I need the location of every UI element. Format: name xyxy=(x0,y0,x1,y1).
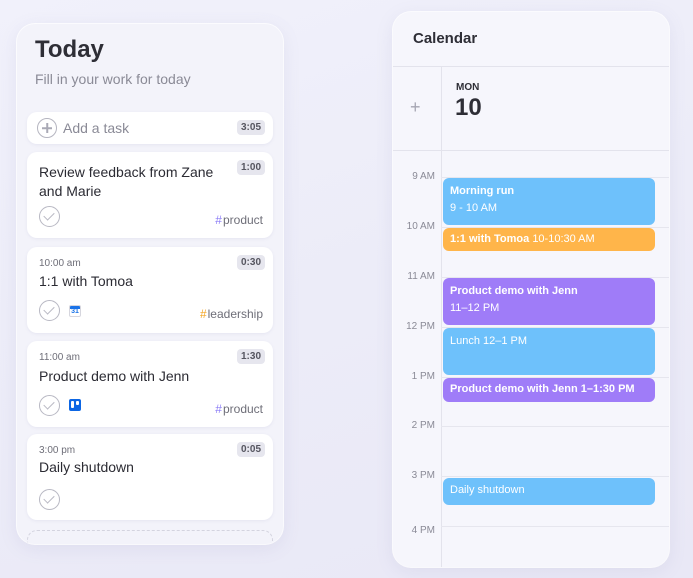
divider xyxy=(393,66,669,67)
hour-label: 3 PM xyxy=(411,470,435,481)
task-card-review-feedback[interactable]: 1:00 Review feedback from Zane and Marie… xyxy=(27,152,273,238)
day-number: 10 xyxy=(455,94,482,121)
divider xyxy=(393,150,669,151)
trello-icon xyxy=(69,399,81,411)
task-tag[interactable]: #product xyxy=(215,213,263,227)
task-title: 1:1 with Tomoa xyxy=(39,273,133,289)
tag-hash: # xyxy=(215,213,222,227)
task-time: 3:00 pm xyxy=(39,445,76,456)
task-title: Daily shutdown xyxy=(39,459,134,475)
calendar-event-product-demo-2[interactable]: Product demo with Jenn 1–1:30 PM xyxy=(443,378,655,402)
tag-hash: # xyxy=(199,307,207,321)
calendar-event-lunch[interactable]: Lunch 12–1 PM xyxy=(443,328,655,375)
event-title: 1:1 with Tomoa xyxy=(450,233,530,245)
hour-label: 2 PM xyxy=(411,420,435,431)
hour-label: 1 PM xyxy=(411,371,435,382)
tag-label: product xyxy=(222,213,263,227)
task-card-daily-shutdown[interactable]: 0:05 3:00 pm Daily shutdown xyxy=(27,434,273,520)
calendar-panel: Calendar + MON 10 9 AM 10 AM 11 AM 12 PM… xyxy=(393,12,669,567)
total-duration-badge: 3:05 xyxy=(236,120,265,135)
hour-line xyxy=(441,426,669,427)
today-title: Today xyxy=(35,36,104,63)
day-name: MON xyxy=(456,82,480,93)
event-title: Daily shutdown xyxy=(450,484,525,496)
add-task-label: Add a task xyxy=(63,120,130,136)
calendar-event-product-demo[interactable]: Product demo with Jenn 11–12 PM xyxy=(443,278,655,325)
task-title: Product demo with Jenn xyxy=(39,368,190,384)
add-task-button[interactable]: Add a task 3:05 xyxy=(27,112,273,144)
hour-label: 10 AM xyxy=(406,221,435,232)
task-duration-badge: 0:05 xyxy=(236,442,265,457)
task-tag[interactable]: #leadership xyxy=(200,307,263,321)
divider xyxy=(441,66,442,567)
plus-circle-icon xyxy=(37,118,57,138)
complete-checkmark-icon[interactable] xyxy=(39,489,60,510)
task-duration-badge: 1:30 xyxy=(236,349,265,364)
event-title: Product demo with Jenn xyxy=(450,285,578,297)
task-time: 10:00 am xyxy=(39,258,81,269)
google-calendar-icon: 31 xyxy=(69,305,81,317)
task-card-1-1-tomoa[interactable]: 0:30 10:00 am 1:1 with Tomoa 31 #leaders… xyxy=(27,247,273,333)
event-title: Morning run xyxy=(450,185,515,197)
event-title: Lunch 12–1 PM xyxy=(450,335,528,347)
hour-line xyxy=(441,526,669,527)
task-duration-badge: 1:00 xyxy=(236,160,265,175)
event-time: 11–12 PM xyxy=(450,302,500,314)
tag-label: leadership xyxy=(207,307,263,321)
complete-checkmark-icon[interactable] xyxy=(39,300,60,321)
google-calendar-day: 31 xyxy=(71,308,79,315)
tag-label: product xyxy=(222,402,263,416)
task-tag[interactable]: #product xyxy=(215,402,263,416)
task-drop-placeholder xyxy=(27,530,273,544)
complete-checkmark-icon[interactable] xyxy=(39,395,60,416)
event-title: Product demo with Jenn 1–1:30 PM xyxy=(450,383,635,395)
event-time: 9 - 10 AM xyxy=(450,202,498,214)
calendar-event-daily-shutdown[interactable]: Daily shutdown xyxy=(443,478,655,505)
today-panel: Today Fill in your work for today Add a … xyxy=(17,24,283,544)
complete-checkmark-icon[interactable] xyxy=(39,206,60,227)
task-card-product-demo[interactable]: 1:30 11:00 am Product demo with Jenn #pr… xyxy=(27,341,273,427)
add-event-icon[interactable]: + xyxy=(410,97,421,118)
task-time: 11:00 am xyxy=(39,352,80,363)
hour-line xyxy=(441,476,669,477)
hour-label: 11 AM xyxy=(407,271,435,282)
task-duration-badge: 0:30 xyxy=(236,255,265,270)
calendar-event-1-1-tomoa[interactable]: 1:1 with Tomoa 10-10:30 AM xyxy=(443,228,655,251)
event-time: 10-10:30 AM xyxy=(532,233,595,245)
calendar-event-morning-run[interactable]: Morning run 9 - 10 AM xyxy=(443,178,655,225)
calendar-title: Calendar xyxy=(413,30,478,47)
task-title: Review feedback from Zane and Marie xyxy=(39,164,214,199)
today-subtitle: Fill in your work for today xyxy=(35,71,191,87)
hour-label: 12 PM xyxy=(406,321,435,332)
hour-label: 9 AM xyxy=(412,171,435,182)
tag-hash: # xyxy=(215,402,222,416)
hour-label: 4 PM xyxy=(411,525,435,536)
